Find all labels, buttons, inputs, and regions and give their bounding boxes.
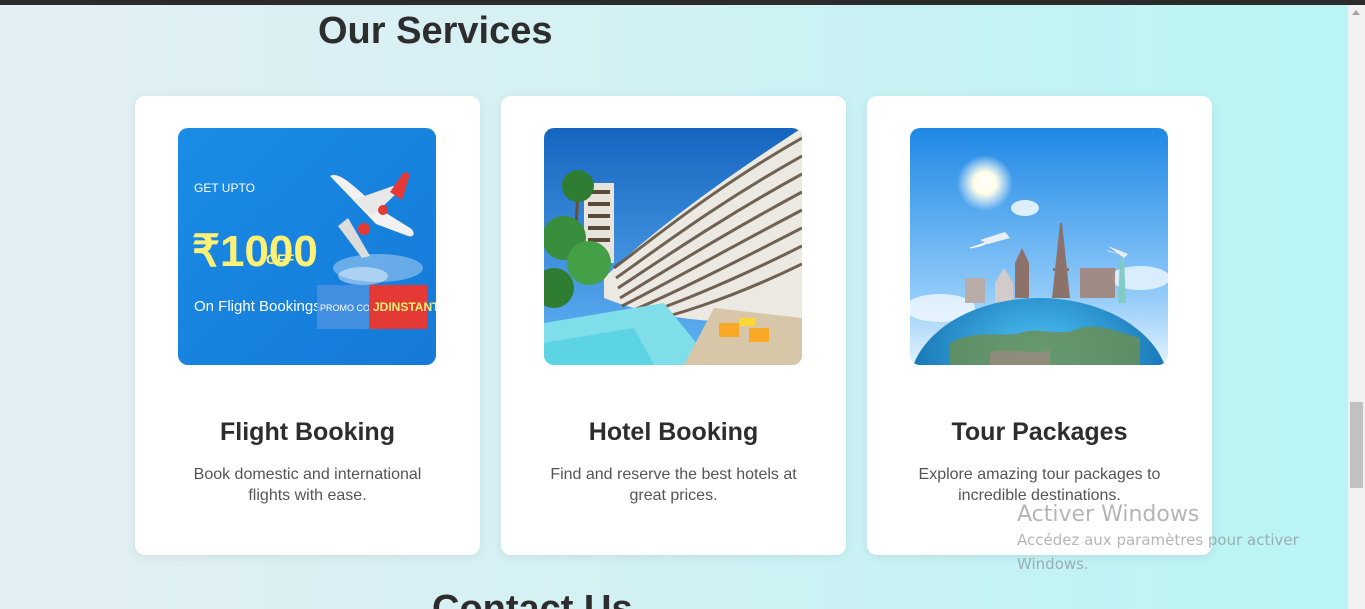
card-title: Hotel Booking	[588, 418, 759, 446]
card-description: Book domestic and international flights …	[193, 466, 422, 504]
promo-code-text: JDINSTANT	[373, 300, 436, 314]
watermark-subtitle: Accédez aux paramètres pour activer Wind…	[1017, 531, 1299, 573]
service-card-flight[interactable]: GET UPTO ₹1000 OFF On Flight Bookings PR…	[135, 96, 480, 555]
get-upto-text: GET UPTO	[194, 181, 255, 195]
card-title: Tour Packages	[951, 418, 1128, 446]
watermark-title: Activer Windows	[1017, 502, 1200, 527]
tour-packages-image	[910, 128, 1168, 365]
card-description: Explore amazing tour packages to incredi…	[918, 466, 1161, 504]
service-card-hotel[interactable]: Hotel Booking Find and reserve the best …	[501, 96, 846, 555]
on-flight-text: On Flight Bookings	[194, 298, 321, 315]
hotel-booking-image	[544, 128, 802, 365]
flight-booking-image: GET UPTO ₹1000 OFF On Flight Bookings PR…	[178, 128, 436, 365]
scrollbar-thumb[interactable]	[1350, 402, 1363, 488]
windows-activation-watermark: Activer Windows Accédez aux paramètres p…	[1017, 502, 1317, 576]
scroll-up-arrow-icon[interactable]	[1352, 10, 1360, 15]
service-card-tour[interactable]: Tour Packages Explore amazing tour packa…	[867, 96, 1212, 555]
contact-heading: Contact Us	[432, 588, 633, 609]
vertical-scrollbar[interactable]	[1348, 5, 1365, 609]
services-heading: Our Services	[318, 10, 553, 52]
top-bar	[0, 0, 1365, 5]
card-description: Find and reserve the best hotels at grea…	[550, 466, 797, 504]
amount-text: ₹1000	[192, 227, 318, 276]
card-title: Flight Booking	[220, 418, 395, 446]
off-text: OFF	[266, 251, 294, 267]
